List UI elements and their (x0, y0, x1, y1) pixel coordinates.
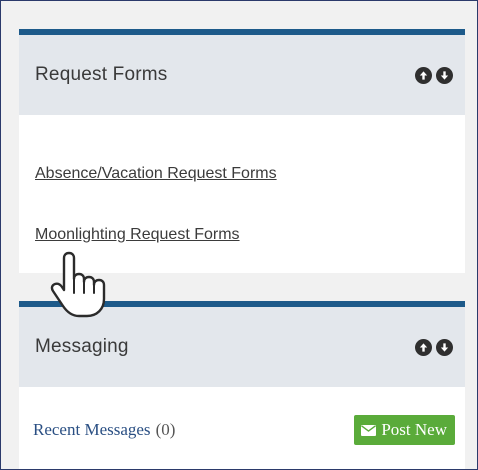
moonlighting-request-forms-link[interactable]: Moonlighting Request Forms (35, 226, 240, 244)
panel-reorder-controls (415, 338, 453, 356)
recent-messages-count: (0) (155, 420, 176, 439)
recent-messages-row: Recent Messages (0) Post New (19, 413, 465, 447)
panel-title: Request Forms (35, 64, 168, 85)
hand-pointer-cursor-icon (50, 251, 106, 318)
arrow-down-circle-icon[interactable] (436, 338, 453, 356)
request-forms-panel: Request Forms Absence/Vacation Request F… (19, 29, 465, 273)
widget-frame: Request Forms Absence/Vacation Request F… (0, 0, 478, 470)
panel-reorder-controls (415, 66, 453, 84)
recent-messages-summary: Recent Messages (0) (33, 420, 175, 440)
request-forms-header: Request Forms (19, 35, 465, 115)
arrow-up-circle-icon[interactable] (415, 66, 432, 84)
post-new-button[interactable]: Post New (354, 415, 455, 445)
post-new-label: Post New (381, 420, 447, 439)
absence-vacation-request-forms-link[interactable]: Absence/Vacation Request Forms (35, 165, 277, 183)
arrow-up-circle-icon[interactable] (415, 338, 432, 356)
messaging-header: Messaging (19, 307, 465, 387)
messaging-panel: Messaging Recent Messages (0) Post New (19, 301, 465, 469)
arrow-down-circle-icon[interactable] (436, 66, 453, 84)
panel-title: Messaging (35, 336, 129, 357)
recent-messages-link[interactable]: Recent Messages (33, 420, 151, 439)
envelope-icon (361, 424, 377, 436)
